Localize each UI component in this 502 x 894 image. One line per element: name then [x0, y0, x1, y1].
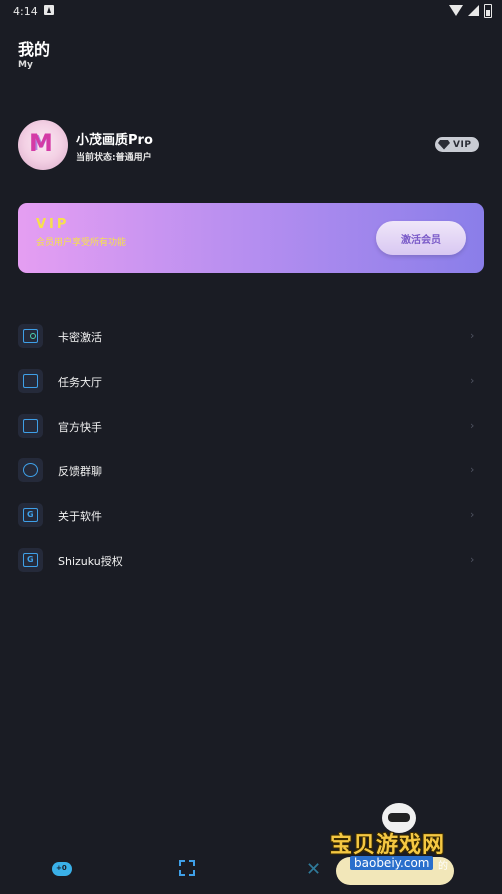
- wifi-icon: [449, 5, 463, 16]
- menu-item-official-kuaishou[interactable]: 官方快手 ›: [0, 404, 502, 448]
- chevron-right-icon: ›: [470, 508, 475, 521]
- chevron-right-icon: ›: [470, 463, 475, 476]
- vip-badge-label: VIP: [453, 139, 472, 150]
- app-g-icon: G: [18, 548, 43, 572]
- menu-item-label: 关于软件: [58, 510, 102, 523]
- page-title: 我的: [18, 40, 51, 59]
- avatar[interactable]: M M: [18, 120, 68, 170]
- task-icon: [18, 369, 43, 393]
- chevron-right-icon: ›: [470, 553, 475, 566]
- menu-item-task-hall[interactable]: 任务大厅 ›: [0, 359, 502, 403]
- watermark-suffix: 的: [438, 861, 448, 872]
- status-bar: 4:14: [0, 0, 502, 24]
- scan-icon[interactable]: [179, 860, 195, 876]
- app-g-icon: G: [18, 503, 43, 527]
- vip-badge[interactable]: VIP: [435, 137, 479, 152]
- user-status: 当前状态:普通用户: [76, 153, 152, 163]
- battery-icon: [484, 4, 492, 18]
- vip-card: VIP 会员用户享受所有功能 激活会员: [18, 203, 484, 273]
- menu-item-card-activation[interactable]: 卡密激活 ›: [0, 314, 502, 358]
- menu-item-about[interactable]: G 关于软件 ›: [0, 493, 502, 537]
- watermark: 宝贝游戏网 baobeiy.com 的: [300, 795, 502, 894]
- menu-item-label: 卡密激活: [58, 331, 102, 344]
- vip-card-description: 会员用户享受所有功能: [36, 238, 127, 248]
- chevron-right-icon: ›: [470, 374, 475, 387]
- signal-icon: [468, 5, 479, 16]
- game-icon[interactable]: [52, 862, 72, 876]
- chat-icon: [18, 458, 43, 482]
- menu-item-label: 反馈群聊: [58, 465, 102, 478]
- activate-vip-button[interactable]: 激活会员: [376, 221, 466, 255]
- status-time: 4:14: [13, 5, 38, 18]
- menu-item-shizuku[interactable]: G Shizuku授权 ›: [0, 538, 502, 582]
- menu-item-label: 任务大厅: [58, 376, 102, 389]
- watermark-url: baobeiy.com: [350, 856, 434, 870]
- mail-icon: [18, 414, 43, 438]
- user-name: 小茂画质Pro: [76, 133, 153, 148]
- wallet-icon: [18, 324, 43, 348]
- diamond-icon: [438, 139, 450, 150]
- menu-item-label: Shizuku授权: [58, 555, 123, 568]
- vip-card-title: VIP: [36, 217, 70, 232]
- chevron-right-icon: ›: [470, 419, 475, 432]
- chevron-right-icon: ›: [470, 329, 475, 342]
- menu-item-label: 官方快手: [58, 421, 102, 434]
- notification-icon: [44, 5, 54, 15]
- page-subtitle: My: [18, 60, 33, 70]
- menu-item-feedback-group[interactable]: 反馈群聊 ›: [0, 448, 502, 492]
- watermark-title: 宝贝游戏网: [330, 833, 446, 858]
- avatar-logo: M: [29, 129, 53, 157]
